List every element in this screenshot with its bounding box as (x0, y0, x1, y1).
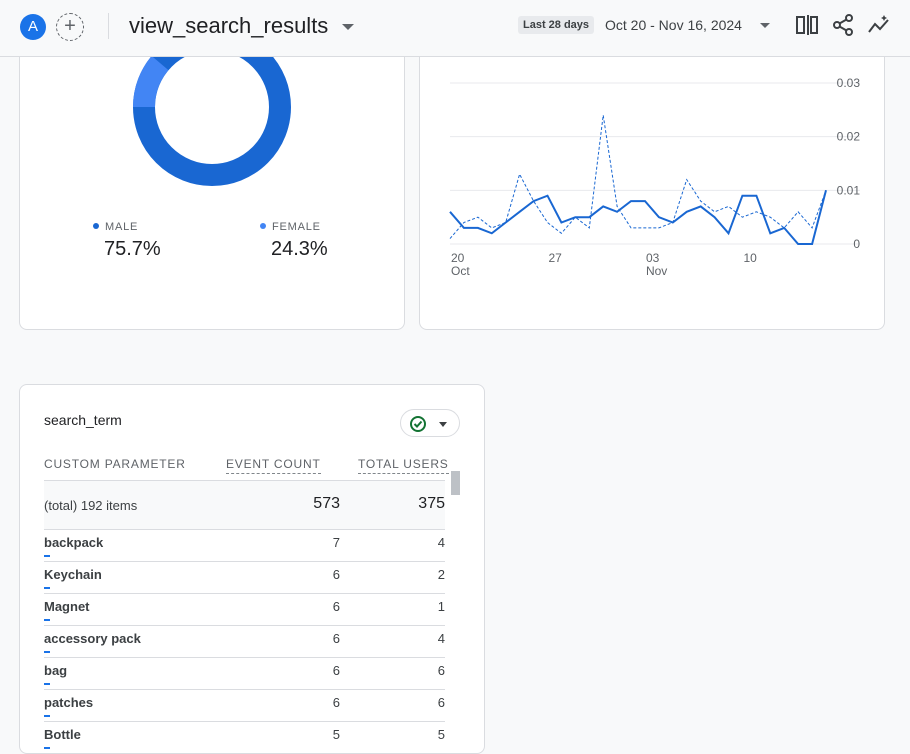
x-tick-label: 27 (548, 251, 562, 265)
row-bar (44, 683, 50, 685)
table-row[interactable]: backpack 7 4 (44, 530, 445, 562)
row-term: bag (44, 663, 68, 678)
legend-female-value: 24.3% (271, 238, 328, 260)
row-bar (44, 651, 50, 653)
date-range-dropdown-icon[interactable] (760, 23, 770, 28)
row-total-users: 6 (437, 695, 445, 710)
row-total-users: 4 (437, 631, 445, 646)
donut-female-slice (132, 55, 169, 108)
row-term: backpack (44, 535, 104, 550)
row-event-count: 6 (332, 599, 340, 614)
table-row[interactable]: Keychain 6 2 (44, 562, 445, 594)
avatar[interactable]: A (20, 14, 46, 40)
gender-card: MALE 75.7% FEMALE 24.3% (19, 40, 405, 330)
row-event-count: 6 (332, 631, 340, 646)
legend-dot (93, 223, 99, 229)
legend-male-value: 75.7% (104, 238, 161, 260)
trend-line-chart: 0.03 0.02 0.01 0 20Oct 27 03Nov 10 (449, 76, 861, 278)
x-tick-sublabel: Nov (646, 264, 667, 278)
row-event-count: 7 (332, 535, 340, 550)
x-tick-sublabel: Oct (451, 264, 470, 278)
col-header-custom-parameter: CUSTOM PARAMETER (44, 457, 186, 471)
row-event-count: 6 (332, 567, 340, 582)
x-tick-label: 20 (451, 251, 465, 265)
date-range-text[interactable]: Oct 20 - Nov 16, 2024 (605, 17, 742, 33)
compare-icon[interactable] (794, 12, 820, 38)
row-bar (44, 715, 50, 717)
row-event-count: 6 (332, 663, 340, 678)
y-tick-label: 0.01 (837, 183, 861, 197)
table-scrollbar[interactable] (451, 471, 460, 495)
row-total-users: 4 (437, 535, 445, 550)
col-header-event-count[interactable]: EVENT COUNT (226, 457, 321, 474)
chevron-down-icon[interactable] (342, 24, 354, 30)
table-row[interactable]: accessory pack 6 4 (44, 626, 445, 658)
series-line-previous (449, 115, 827, 239)
y-tick-label: 0.03 (837, 76, 861, 90)
legend-dot (260, 223, 266, 229)
legend-female: FEMALE (260, 221, 321, 233)
y-tick-label: 0.02 (837, 130, 861, 144)
table-row[interactable]: Magnet 6 1 (44, 594, 445, 626)
gender-donut-chart (132, 41, 291, 186)
row-term: Bottle (44, 727, 81, 742)
row-total-users: 5 (437, 727, 445, 742)
table-title: search_term (44, 412, 122, 428)
row-term: Keychain (44, 567, 102, 582)
table-row[interactable]: bag 6 6 (44, 658, 445, 690)
row-total-users: 2 (437, 567, 445, 582)
trend-card: ▼ 12.2% 0.030.020.01020Oct2703Nov10 (419, 40, 885, 330)
share-icon[interactable] (830, 12, 856, 38)
x-tick-label: 10 (743, 251, 757, 265)
divider (108, 13, 109, 39)
table-row[interactable]: patches 6 6 (44, 690, 445, 722)
row-term: accessory pack (44, 631, 141, 646)
insights-icon[interactable] (866, 12, 892, 38)
total-event-count: 573 (313, 495, 340, 512)
row-term: Magnet (44, 599, 90, 614)
row-total-users: 6 (437, 663, 445, 678)
y-tick-label: 0 (853, 237, 860, 251)
total-users: 375 (418, 495, 445, 512)
date-range-chip[interactable]: Last 28 days (518, 16, 595, 34)
check-circle-icon (410, 416, 426, 432)
row-bar (44, 619, 50, 621)
col-header-total-users[interactable]: TOTAL USERS (358, 457, 449, 474)
top-bar: A + view_search_results Last 28 days Oct… (0, 0, 910, 57)
search-term-table-card: search_term CUSTOM PARAMETER EVENT COUNT… (19, 384, 485, 754)
donut-male-slice (133, 41, 291, 186)
table-row[interactable]: Bottle 5 5 (44, 722, 445, 754)
x-tick-label: 03 (646, 251, 660, 265)
total-label: (total) 192 items (44, 498, 138, 513)
row-bar (44, 747, 50, 749)
legend-male: MALE (93, 221, 138, 233)
add-comparison-button[interactable]: + (56, 13, 84, 41)
chevron-down-icon (439, 422, 447, 427)
status-dropdown-button[interactable] (400, 409, 460, 437)
row-term: patches (44, 695, 94, 710)
row-event-count: 6 (332, 695, 340, 710)
page-title[interactable]: view_search_results (129, 13, 328, 39)
total-row: (total) 192 items 573 375 (44, 480, 445, 530)
row-event-count: 5 (332, 727, 340, 742)
row-bar (44, 555, 50, 557)
row-total-users: 1 (437, 599, 445, 614)
row-bar (44, 587, 50, 589)
